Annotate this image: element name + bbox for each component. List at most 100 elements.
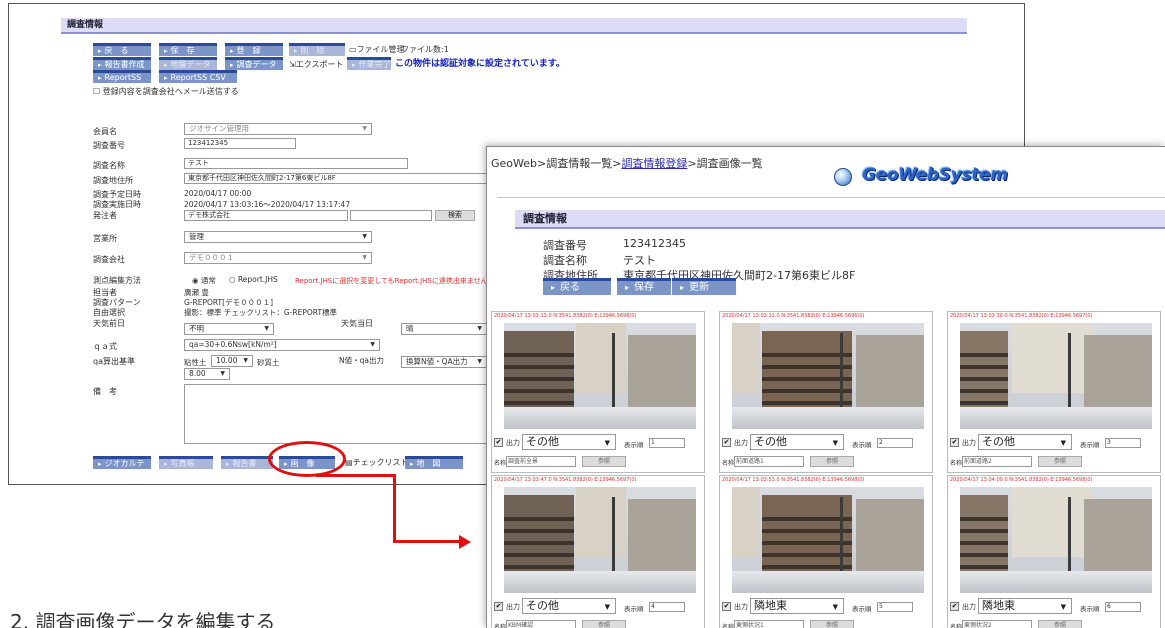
checklist-link[interactable]: ▤チェックリスト — [345, 457, 409, 468]
survey-name-input[interactable]: テスト — [184, 158, 408, 169]
display-order-input[interactable]: 4 — [649, 602, 685, 612]
mail-checkbox-row[interactable]: ☐ 登録内容を調査会社へメール送信する — [93, 86, 239, 97]
site-photo[interactable] — [960, 487, 1152, 593]
office-select[interactable]: 管理 ▼ — [184, 231, 372, 243]
site-photo[interactable] — [732, 487, 924, 593]
browse-button[interactable]: 参照 — [810, 620, 854, 628]
survey-name-value: テスト — [623, 254, 656, 267]
name-input[interactable]: KBM確認 — [506, 620, 576, 628]
back-button[interactable]: 戻 る — [93, 43, 151, 56]
method-radio-normal[interactable]: ◉ 通常 — [192, 275, 216, 286]
output-checkbox[interactable]: ✔ — [494, 438, 503, 447]
category-select[interactable]: その他 ▼ — [978, 434, 1072, 450]
survey-data-button[interactable]: 調査データ — [225, 57, 283, 70]
member-select[interactable]: ジオサイン管理用 ▼ — [184, 123, 372, 135]
photo-book-button[interactable]: 写真帳 — [159, 456, 213, 469]
clay-select[interactable]: 10.00 ▼ — [211, 355, 253, 367]
category-select[interactable]: 隣地東 ▼ — [978, 598, 1072, 614]
browse-button[interactable]: 参照 — [582, 456, 626, 467]
checklist-label: チェックリスト — [352, 458, 409, 467]
category-value: その他 — [982, 435, 1015, 448]
reportss-csv-button[interactable]: ReportSS CSV — [159, 70, 237, 83]
name-input[interactable]: 前面道路2 — [962, 456, 1032, 467]
name-label: 名称 — [494, 460, 507, 467]
qa-formula-select[interactable]: qa=30+0.6Nsw[kN/m²] ▼ — [184, 339, 380, 351]
name-input[interactable]: 東側状況2 — [962, 620, 1032, 628]
arrow-segment — [316, 474, 396, 477]
export-link[interactable]: ⇲エクスポート — [289, 59, 343, 70]
actual-date-label: 調査実施日時 — [93, 200, 141, 209]
browse-button[interactable]: 参照 — [582, 620, 626, 628]
checkbox-icon[interactable]: ☐ — [93, 87, 100, 96]
name-input[interactable]: 東側状況1 — [734, 620, 804, 628]
category-select[interactable]: その他 ▼ — [522, 598, 616, 614]
name-input[interactable]: 調査前全景 — [506, 456, 576, 467]
delete-button[interactable]: 削 除 — [289, 43, 345, 56]
report-create-button[interactable]: 報告書作成 — [93, 57, 151, 70]
breadcrumb-link-register[interactable]: 調査情報登録 — [621, 157, 687, 170]
map-button[interactable]: 地 図 — [405, 456, 463, 469]
free-select-label: 自由選択 — [93, 308, 125, 317]
update-button[interactable]: 更新 — [672, 278, 736, 295]
browse-button[interactable]: 参照 — [1038, 620, 1082, 628]
method-radio-jhs[interactable]: ○ Report.JHS — [229, 275, 278, 284]
survey-name-label: 調査名称 — [93, 161, 125, 170]
search-button[interactable]: 検索 — [435, 210, 475, 221]
step-caption: 2. 調査画像データを編集する — [10, 610, 276, 628]
photo-timestamp: 2020/04/17 13:03:13.0 N:3541.8382(0) E:1… — [494, 313, 637, 319]
weather-prev-label: 天気前日 — [93, 319, 125, 328]
register-button[interactable]: 登 録 — [225, 43, 283, 56]
browse-button[interactable]: 参照 — [810, 456, 854, 467]
checklist-icon: ▤ — [345, 458, 353, 467]
photo-timestamp: 2020/04/17 13:03:30.0 N:3541.8382(0) E:1… — [950, 313, 1093, 319]
nqa-select[interactable]: 換算N値・QA出力 ▼ — [401, 356, 487, 368]
name-label: 名称 — [722, 624, 735, 628]
display-order-input[interactable]: 2 — [877, 438, 913, 448]
client-sub-input[interactable] — [350, 210, 432, 221]
name-label: 名称 — [950, 624, 963, 628]
site-photo[interactable] — [504, 487, 696, 593]
category-select[interactable]: 隣地東 ▼ — [750, 598, 844, 614]
display-order-input[interactable]: 5 — [877, 602, 913, 612]
weather-prev-value: 不明 — [189, 324, 204, 333]
ground-data-button[interactable]: 地盤データ — [159, 57, 217, 70]
name-input[interactable]: 前面道路1 — [734, 456, 804, 467]
browse-button[interactable]: 参照 — [1038, 456, 1082, 467]
company-select[interactable]: デモ０００１ ▼ — [184, 252, 372, 264]
weather-day-select[interactable]: 晴 ▼ — [401, 323, 487, 335]
save-button[interactable]: 保 存 — [159, 43, 217, 56]
complete-button[interactable]: 作業完了 — [347, 57, 391, 70]
file-mgmt-link[interactable]: ▭ファイル管理 — [349, 44, 405, 55]
photo-timestamp: 2020/04/17 13:04:00.0 N:3541.8382(0) E:1… — [950, 477, 1093, 483]
site-photo[interactable] — [504, 323, 696, 429]
image-card: 2020/04/17 13:03:53.0 N:3541.8382(0) E:1… — [719, 475, 933, 628]
site-photo[interactable] — [732, 323, 924, 429]
survey-no-input[interactable]: 123412345 — [184, 138, 296, 149]
back-button[interactable]: 戻る — [543, 278, 611, 295]
address-input[interactable]: 東京都千代田区神田佐久間町2-17第6東ビル8F — [184, 173, 494, 184]
sand-select[interactable]: 8.00 ▼ — [184, 368, 230, 380]
export-label: エクスポート — [295, 60, 344, 69]
category-select[interactable]: その他 ▼ — [750, 434, 844, 450]
remarks-textarea[interactable] — [184, 384, 490, 444]
photo-timestamp: 2020/04/17 13:03:22.0 N:3541.8382(0) E:1… — [722, 313, 865, 319]
output-checkbox[interactable]: ✔ — [950, 438, 959, 447]
display-order-input[interactable]: 1 — [649, 438, 685, 448]
caret-down-icon: ▼ — [362, 125, 367, 132]
display-order-input[interactable]: 6 — [1105, 602, 1141, 612]
save-button[interactable]: 保存 — [617, 278, 671, 295]
report-button[interactable]: 報告書 — [221, 456, 273, 469]
output-checkbox[interactable]: ✔ — [950, 602, 959, 611]
category-select[interactable]: その他 ▼ — [522, 434, 616, 450]
weather-day-value: 晴 — [406, 324, 414, 333]
weather-prev-select[interactable]: 不明 ▼ — [184, 323, 274, 335]
site-photo[interactable] — [960, 323, 1152, 429]
geokarte-button[interactable]: ジオカルテ — [93, 456, 151, 469]
output-checkbox[interactable]: ✔ — [722, 602, 731, 611]
output-checkbox[interactable]: ✔ — [494, 602, 503, 611]
reportss-button[interactable]: ReportSS — [93, 70, 151, 83]
display-order-input[interactable]: 3 — [1105, 438, 1141, 448]
category-value: 隣地東 — [754, 599, 787, 612]
client-input[interactable]: デモ株式会社 — [184, 210, 348, 221]
output-checkbox[interactable]: ✔ — [722, 438, 731, 447]
